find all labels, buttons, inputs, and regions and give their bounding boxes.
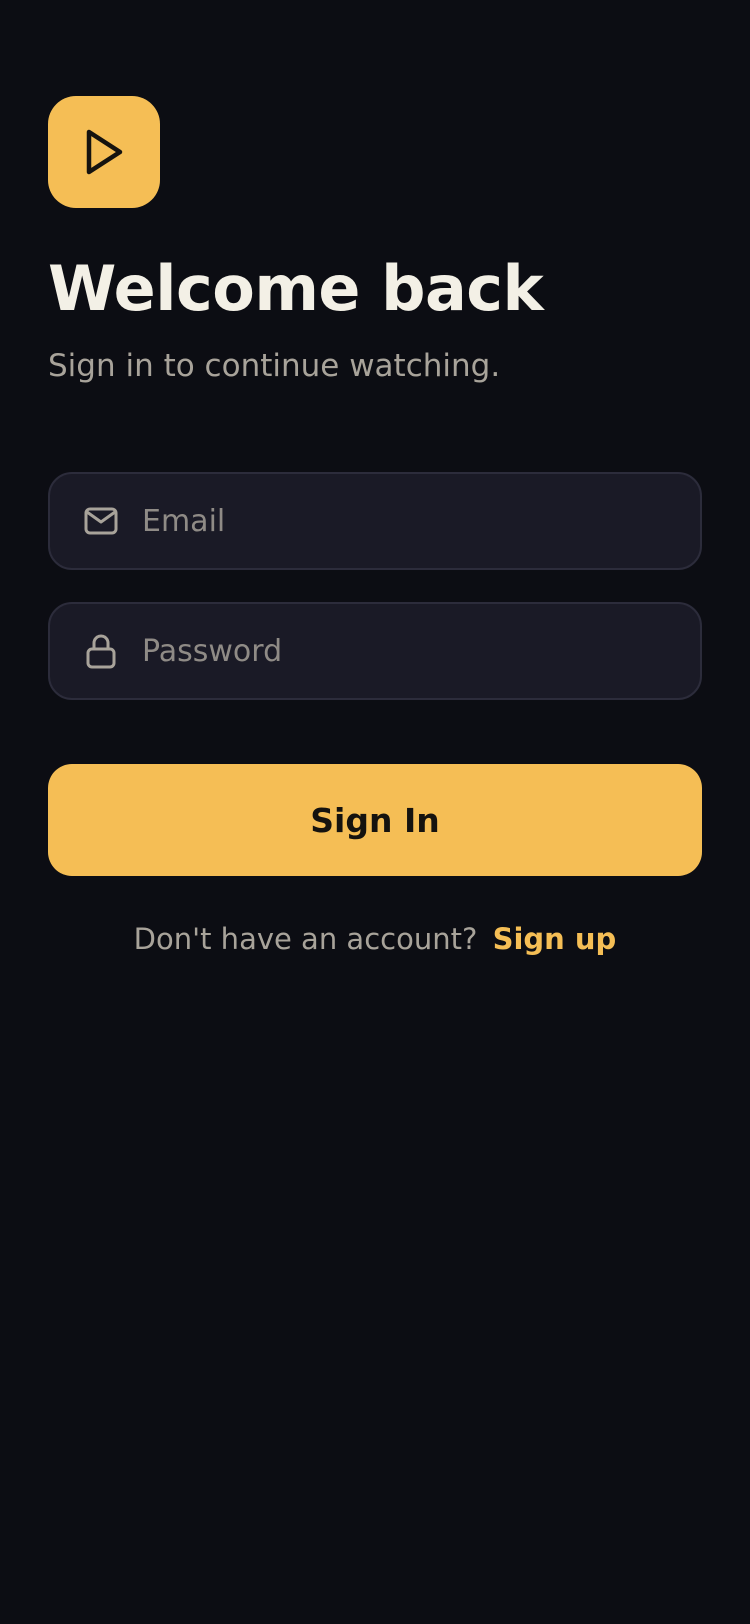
play-icon <box>82 127 126 177</box>
email-field[interactable] <box>48 472 702 570</box>
email-input[interactable] <box>142 474 700 568</box>
app-logo <box>48 96 160 208</box>
sign-in-button[interactable]: Sign In <box>48 764 702 876</box>
mail-icon <box>84 504 118 538</box>
password-input[interactable] <box>142 604 700 698</box>
signup-prompt: Don't have an account? Sign up <box>0 922 750 956</box>
lock-icon <box>84 634 118 669</box>
page-title: Welcome back <box>48 252 544 325</box>
password-field[interactable] <box>48 602 702 700</box>
signup-prompt-text: Don't have an account? <box>133 922 478 956</box>
sign-in-screen: Welcome back Sign in to continue watchin… <box>0 0 750 1624</box>
page-subtitle: Sign in to continue watching. <box>48 348 501 384</box>
sign-up-link[interactable]: Sign up <box>493 922 617 956</box>
